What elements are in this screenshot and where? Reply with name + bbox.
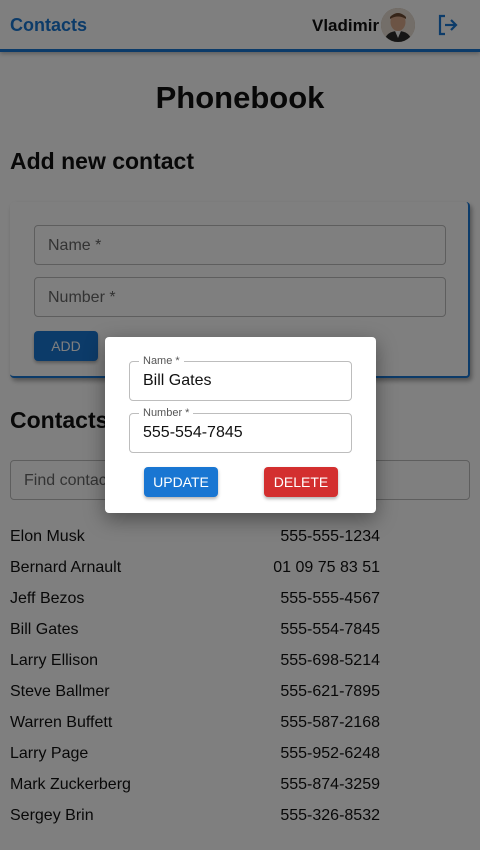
- modal-number-value: 555-554-7845: [143, 424, 243, 441]
- modal-number-field[interactable]: Number * 555-554-7845: [129, 407, 352, 453]
- page: Contacts Vladimir Phonebook Add new cont…: [0, 0, 480, 850]
- modal-name-label: Name *: [139, 355, 184, 367]
- modal-name-value: Bill Gates: [143, 372, 212, 389]
- edit-contact-modal: Name * Bill Gates Number * 555-554-7845 …: [105, 337, 376, 513]
- modal-number-label: Number *: [139, 407, 194, 419]
- delete-button[interactable]: DELETE: [264, 467, 338, 497]
- update-button[interactable]: UPDATE: [144, 467, 218, 497]
- modal-name-field[interactable]: Name * Bill Gates: [129, 355, 352, 401]
